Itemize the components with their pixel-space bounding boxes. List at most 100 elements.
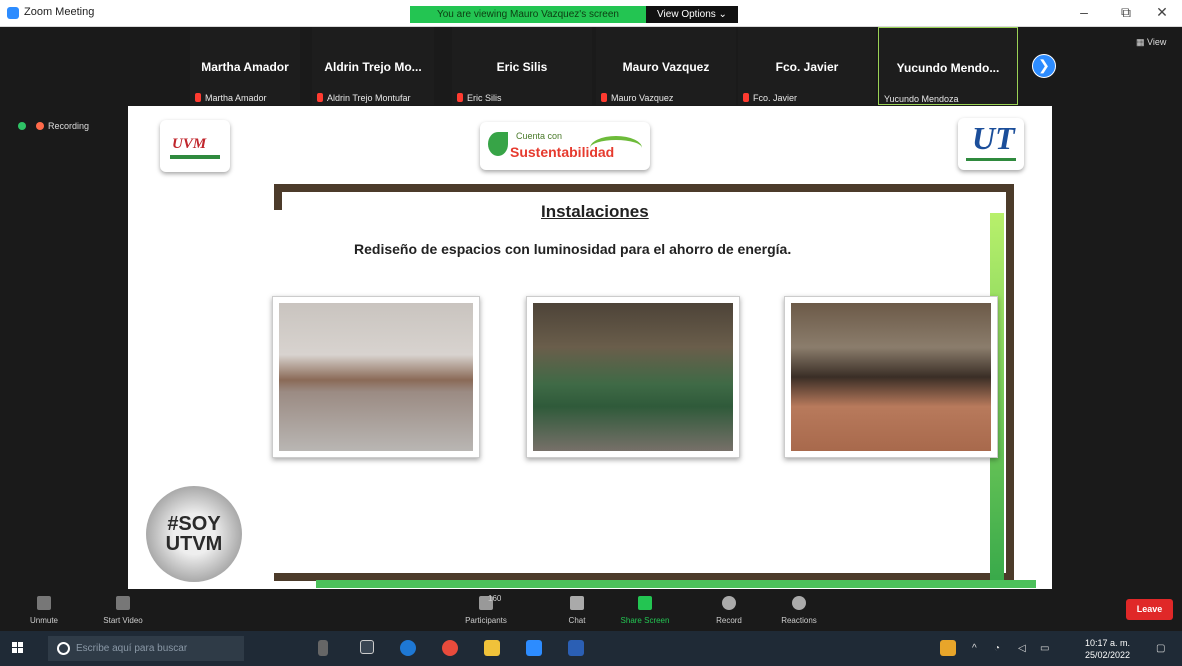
badge-text: #SOY UTVM: [165, 513, 223, 555]
muted-mic-icon: [743, 93, 749, 102]
start-video-label: Start Video: [103, 616, 143, 625]
record-button[interactable]: Record: [712, 596, 746, 625]
participants-label: Participants: [456, 616, 516, 625]
next-page-button[interactable]: ❯: [1032, 54, 1056, 78]
microphone-icon[interactable]: [318, 640, 328, 656]
notification-app-icon[interactable]: [940, 640, 956, 656]
reactions-label: Reactions: [781, 616, 817, 625]
unmute-button[interactable]: Unmute: [24, 596, 64, 625]
network-icon[interactable]: ◔: [994, 643, 1000, 654]
share-screen-button[interactable]: Share Screen: [620, 596, 670, 625]
title-bar: Zoom Meeting You are viewing Mauro Vazqu…: [0, 0, 1182, 27]
participant-name: Mauro Vazquez: [622, 60, 710, 74]
muted-mic-icon: [195, 93, 201, 102]
restore-button[interactable]: ⧉: [1116, 4, 1136, 21]
logo-stripe: [170, 155, 220, 159]
classroom-photo: [272, 296, 480, 458]
zoom-app-icon: [7, 7, 19, 19]
chat-button[interactable]: Chat: [562, 596, 592, 625]
screen-share-banner: You are viewing Mauro Vazquez's screen: [410, 6, 646, 23]
share-screen-icon: [638, 596, 652, 610]
participant-label: Eric Silis: [457, 93, 502, 103]
video-off-icon: [116, 596, 130, 610]
unmute-label: Unmute: [29, 616, 58, 625]
record-dot-icon: [36, 122, 44, 130]
start-video-button[interactable]: Start Video: [98, 596, 148, 625]
record-icon: [722, 596, 736, 610]
uvm-logo: UVM: [160, 120, 230, 172]
ut-logo-text: UT: [972, 120, 1015, 156]
record-label: Record: [716, 616, 742, 625]
uvm-logo-text: UVM: [172, 136, 207, 152]
muted-mic-icon: [601, 93, 607, 102]
chrome-browser-icon[interactable]: [442, 640, 458, 656]
close-button[interactable]: ✕: [1152, 4, 1172, 21]
meeting-controls: Unmute Start Video Participants 160 Chat…: [0, 593, 1182, 631]
participant-label: Fco. Javier: [743, 93, 797, 103]
participants-text: Participants: [465, 616, 507, 625]
slide-subheading: Rediseño de espacios con luminosidad par…: [354, 241, 792, 257]
view-layout-button[interactable]: ▦ View: [1136, 37, 1166, 48]
swoosh-graphic: [590, 136, 642, 160]
minimize-button[interactable]: –: [1074, 4, 1094, 20]
taskbar-search-input[interactable]: Escribe aquí para buscar: [48, 636, 244, 661]
participant-label: Mauro Vazquez: [601, 93, 673, 103]
participant-tile[interactable]: Eric Silis Eric Silis: [452, 27, 592, 105]
participant-name: Fco. Javier: [775, 60, 839, 74]
leave-button[interactable]: Leave: [1126, 599, 1173, 620]
chevron-right-icon: ❯: [1038, 57, 1050, 73]
muted-mic-icon: [317, 93, 323, 102]
participant-tile[interactable]: Mauro Vazquez Mauro Vazquez: [596, 27, 736, 105]
volume-icon[interactable]: ◁: [1018, 643, 1026, 654]
participant-tile[interactable]: Martha Amador Martha Amador: [190, 27, 300, 105]
participant-name: Martha Amador: [201, 60, 289, 74]
notifications-icon[interactable]: ▢: [1156, 643, 1165, 654]
participants-count: 160: [488, 594, 502, 603]
participant-label: Martha Amador: [195, 93, 267, 103]
clock-time: 10:17 a. m.: [1085, 638, 1131, 648]
frame-border: [1006, 184, 1014, 582]
windows-start-icon[interactable]: [12, 642, 24, 654]
reactions-icon: [792, 596, 806, 610]
search-placeholder: Escribe aquí para buscar: [76, 643, 188, 654]
windows-taskbar: Escribe aquí para buscar ^ ◔ ◁ ▭ 10:17 a…: [0, 631, 1182, 666]
system-clock[interactable]: 10:17 a. m. 25/02/2022: [1085, 637, 1130, 661]
participants-button[interactable]: Participants: [456, 596, 516, 625]
chat-label: Chat: [568, 616, 586, 625]
participant-tile[interactable]: Aldrin Trejo Mo... Aldrin Trejo Montufar: [312, 27, 434, 105]
green-accent-bar: [316, 580, 1036, 588]
classroom-photo: [784, 296, 998, 458]
muted-mic-icon: [457, 93, 463, 102]
file-explorer-icon[interactable]: [484, 640, 500, 656]
search-icon: [57, 642, 70, 655]
participant-label: Yucundo Mendoza: [884, 94, 959, 104]
logo-stripe: [966, 158, 1016, 161]
participant-name: Aldrin Trejo Mo...: [324, 60, 422, 74]
leaf-icon: [488, 132, 508, 156]
soy-utvm-badge: #SOY UTVM: [146, 486, 242, 582]
shared-screen: UVM Cuenta con Sustentabilidad UT Instal…: [128, 106, 1052, 589]
participant-tile[interactable]: Fco. Javier Fco. Javier: [738, 27, 876, 105]
recording-label: Recording: [48, 121, 90, 131]
participant-name: Yucundo Mendo...: [896, 61, 1000, 75]
view-options-button[interactable]: View Options ⌄: [646, 6, 738, 23]
recording-indicator: Recording: [18, 121, 89, 131]
keyboard-icon[interactable]: ▭: [1040, 643, 1049, 654]
edge-browser-icon[interactable]: [400, 640, 416, 656]
zoom-taskbar-icon[interactable]: [526, 640, 542, 656]
participant-label-text: Yucundo Mendoza: [884, 94, 959, 104]
reactions-button[interactable]: Reactions: [776, 596, 822, 625]
participant-label: Aldrin Trejo Montufar: [317, 93, 411, 103]
grid-icon: ▦: [1136, 37, 1148, 47]
task-view-icon[interactable]: [360, 640, 374, 654]
sustentabilidad-logo: Cuenta con Sustentabilidad: [480, 122, 650, 170]
classroom-photo: [526, 296, 740, 458]
word-app-icon[interactable]: [568, 640, 584, 656]
participant-label-text: Martha Amador: [205, 93, 267, 103]
chat-icon: [570, 596, 584, 610]
participant-tile-active[interactable]: Yucundo Mendo... Yucundo Mendoza: [878, 27, 1018, 105]
chevron-up-icon[interactable]: ^: [972, 643, 977, 654]
participant-name: Eric Silis: [496, 60, 548, 74]
shield-icon: [18, 122, 26, 130]
participant-label-text: Fco. Javier: [753, 93, 798, 103]
